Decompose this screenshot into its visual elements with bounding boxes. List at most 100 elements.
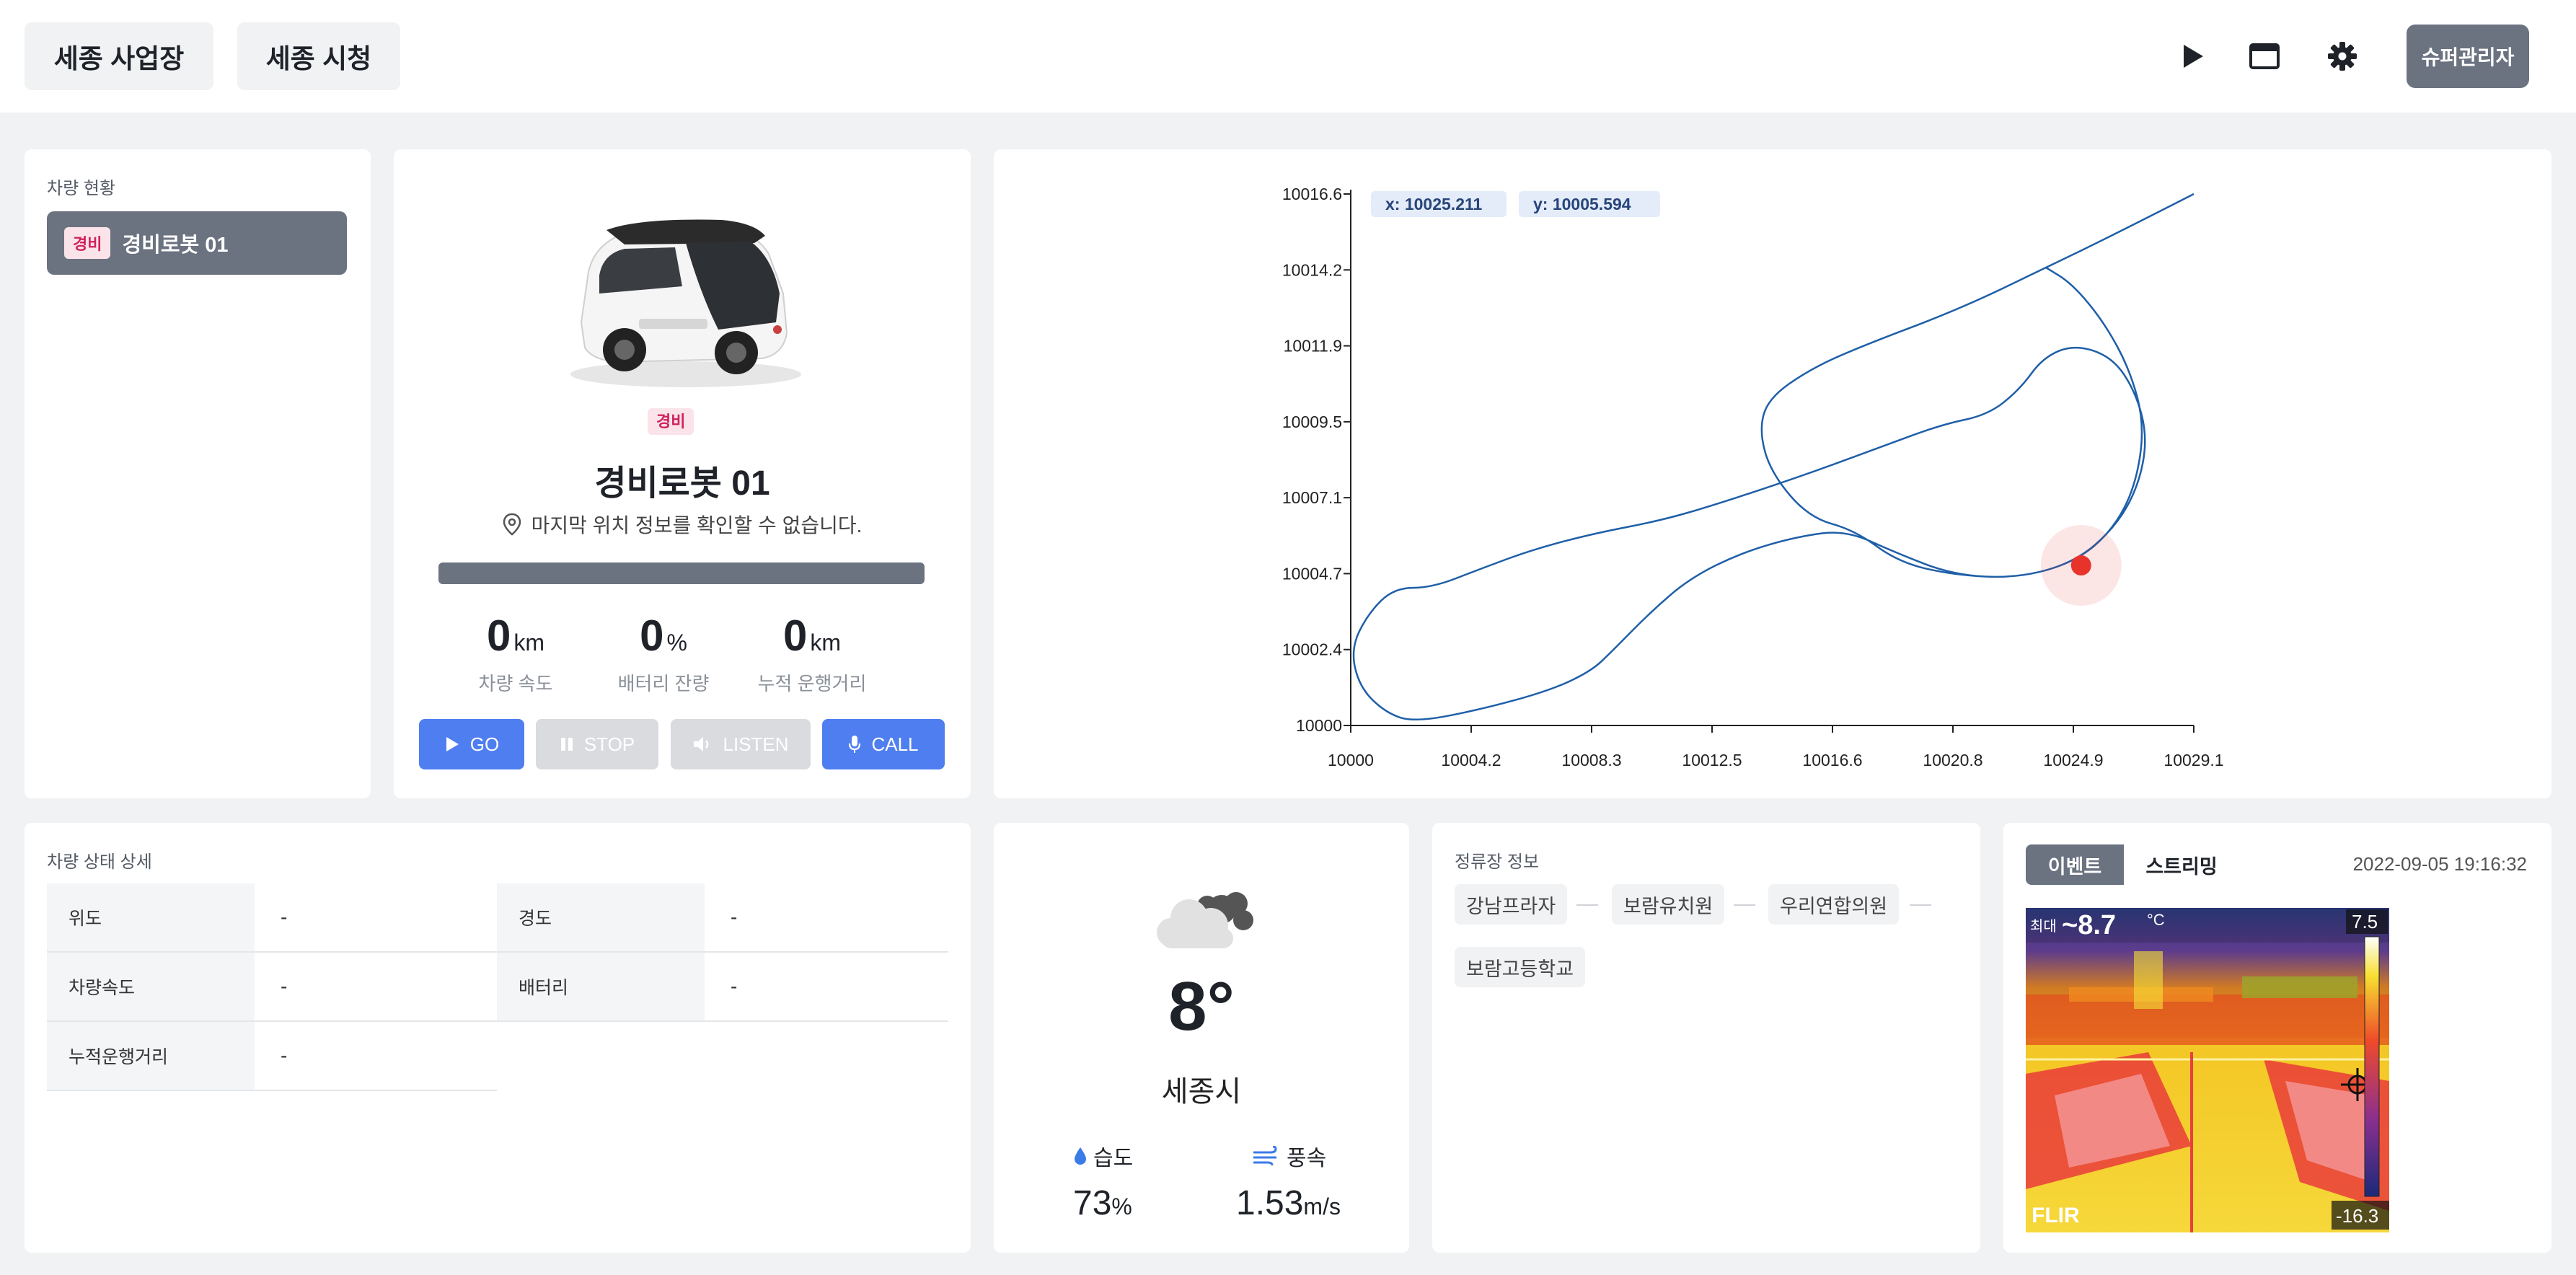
stat-speed-unit: km — [513, 630, 545, 656]
y-tick-label: 10016.6 — [1282, 185, 1342, 203]
stop-item[interactable]: 우리연합의원 — [1768, 884, 1900, 925]
stat-battery-label: 배터리 잔량 — [617, 673, 710, 694]
vehicle-list-title: 차량 현황 — [47, 179, 115, 198]
humidity-value-unit: % — [1111, 1194, 1132, 1219]
y-tick-label: 10004.7 — [1282, 564, 1342, 583]
stop-item[interactable]: 보람유치원 — [1612, 884, 1725, 925]
vehicle-type-badge: 경비 — [648, 408, 694, 435]
vehicle-list-card: 차량 현황 경비 경비로봇 01 — [25, 149, 371, 798]
vehicle-item-name: 경비로봇 01 — [122, 234, 229, 257]
stat-speed: 0 km 차량 속도 — [433, 611, 599, 696]
x-tick-label: 10024.9 — [2043, 751, 2103, 769]
stat-speed-value: 0 — [486, 612, 511, 660]
stat-speed-label: 차량 속도 — [478, 673, 553, 694]
cloudy-icon — [1150, 881, 1258, 956]
top-bar: 세종 사업장 세종 시청 슈퍼관리자 — [0, 0, 2576, 112]
tab-event[interactable]: 이벤트 — [2026, 844, 2124, 885]
x-tick-label: 10004.2 — [1441, 751, 1501, 769]
play-icon[interactable] — [2171, 35, 2215, 78]
vehicle-status-title: 차량 상태 상세 — [47, 852, 152, 872]
humidity-label-text: 습도 — [1093, 1147, 1134, 1170]
admin-button[interactable]: 슈퍼관리자 — [2407, 25, 2529, 88]
path-chart[interactable]: 10000 10004.2 10008.3 10012.5 10016.6 10020.8… — [994, 149, 2551, 798]
stop-item[interactable]: 보람고등학교 — [1455, 947, 1586, 987]
thermal-temp-unit: °C — [2147, 911, 2165, 929]
tab-streaming[interactable]: 스트리밍 — [2124, 844, 2239, 885]
y-tick-label: 10014.2 — [1282, 260, 1342, 279]
vehicle-name: 경비로봇 01 — [594, 464, 770, 503]
y-tick-label: 10000 — [1296, 716, 1342, 735]
vehicle-image — [538, 185, 826, 398]
microphone-icon — [849, 736, 861, 753]
call-button[interactable]: CALL — [822, 719, 945, 769]
location-pin-icon — [503, 513, 521, 536]
go-button-label: GO — [469, 733, 500, 755]
x-tick-label: 10029.1 — [2163, 751, 2223, 769]
flir-logo: FLIR — [2032, 1204, 2080, 1227]
thermal-scale-min: -16.3 — [2336, 1205, 2378, 1227]
listen-button-label: LISTEN — [723, 733, 789, 755]
x-tick-label: 10012.5 — [1682, 751, 1742, 769]
y-tick-label: 10002.4 — [1282, 640, 1342, 659]
wind-value: 1.53m/s — [1236, 1183, 1341, 1223]
series-line — [1352, 193, 2195, 721]
x-tick-label: 10016.6 — [1802, 751, 1862, 769]
play-icon — [446, 737, 459, 751]
site-button-sejong-cityhall[interactable]: 세종 시청 — [237, 22, 400, 90]
stop-connector — [1734, 904, 1755, 906]
vehicle-list-item[interactable]: 경비 경비로봇 01 — [47, 211, 347, 275]
stat-battery: 0% 배터리 잔량 — [581, 611, 746, 696]
weather-temperature: 8° — [1168, 968, 1235, 1045]
vehicle-type-badge-text: 경비 — [648, 408, 694, 435]
wind-label-text: 풍속 — [1287, 1147, 1327, 1170]
listen-button[interactable]: LISTEN — [671, 719, 811, 769]
weather-card: 8° 세종시 습도 73% 풍속 1.53m/s — [994, 823, 1409, 1253]
battery-progress-bar — [438, 562, 925, 584]
status-value-distance: - — [255, 1022, 497, 1091]
status-key-longitude: 경도 — [497, 883, 705, 953]
humidity-label: 습도 — [1073, 1140, 1133, 1172]
cursor-y-label: y: 10005.594 — [1533, 195, 1631, 213]
vehicle-location: 마지막 위치 정보를 확인할 수 없습니다. — [394, 510, 971, 539]
status-key-latitude: 위도 — [47, 883, 255, 953]
status-key-battery: 배터리 — [497, 953, 705, 1022]
window-icon[interactable] — [2243, 35, 2286, 78]
pause-icon — [560, 738, 573, 751]
x-tick-label: 10000 — [1328, 751, 1374, 769]
thermal-scale-max: 7.5 — [2352, 911, 2378, 932]
status-value-latitude: - — [255, 883, 497, 953]
water-drop-icon — [1075, 1147, 1086, 1165]
stat-distance-value: 0 — [782, 612, 808, 660]
cursor-x-label: x: 10025.211 — [1385, 195, 1483, 213]
stat-distance-unit: km — [810, 630, 842, 656]
y-tick-label: 10009.5 — [1282, 412, 1342, 431]
status-value-longitude: - — [705, 883, 948, 953]
call-button-label: CALL — [871, 733, 919, 755]
thermal-max-label: 최대 — [2030, 918, 2057, 935]
thermal-temp-readout: ~8.7 — [2062, 910, 2116, 940]
y-tick-label: 10011.9 — [1284, 337, 1342, 356]
camera-card: 이벤트 스트리밍 2022-09-05 19:16:32 최대 ~8.7 °C … — [2003, 823, 2551, 1253]
humidity-value: 73% — [1073, 1183, 1132, 1223]
wind-value-number: 1.53 — [1236, 1184, 1304, 1222]
site-button-sejong-office[interactable]: 세종 사업장 — [25, 22, 213, 90]
thermal-image[interactable]: 최대 ~8.7 °C 7.5 -16.3 FLIR — [2026, 908, 2389, 1232]
status-value-speed: - — [255, 953, 497, 1022]
path-chart-card: 10000 10004.2 10008.3 10012.5 10016.6 10020.8… — [994, 149, 2551, 798]
speaker-icon — [694, 737, 709, 751]
weather-city: 세종시 — [1161, 1076, 1242, 1108]
stop-connector — [1910, 904, 1931, 906]
status-key-distance: 누적운행거리 — [47, 1022, 255, 1091]
stat-battery-value: 0 — [640, 612, 664, 660]
stops-title: 정류장 정보 — [1455, 852, 1540, 872]
vehicle-type-badge: 경비 — [64, 227, 111, 259]
go-button[interactable]: GO — [419, 719, 524, 769]
stop-button[interactable]: STOP — [536, 719, 658, 769]
wind-value-unit: m/s — [1303, 1194, 1341, 1219]
gear-icon[interactable] — [2321, 35, 2364, 78]
vehicle-detail-card: 경비 경비로봇 01 마지막 위치 정보를 확인할 수 없습니다. 0 km 차량… — [394, 149, 971, 798]
status-key-speed: 차량속도 — [47, 953, 255, 1022]
stop-connector — [1576, 904, 1598, 906]
stat-distance-label: 누적 운행거리 — [757, 673, 867, 694]
stop-item[interactable]: 강남프라자 — [1455, 884, 1568, 925]
